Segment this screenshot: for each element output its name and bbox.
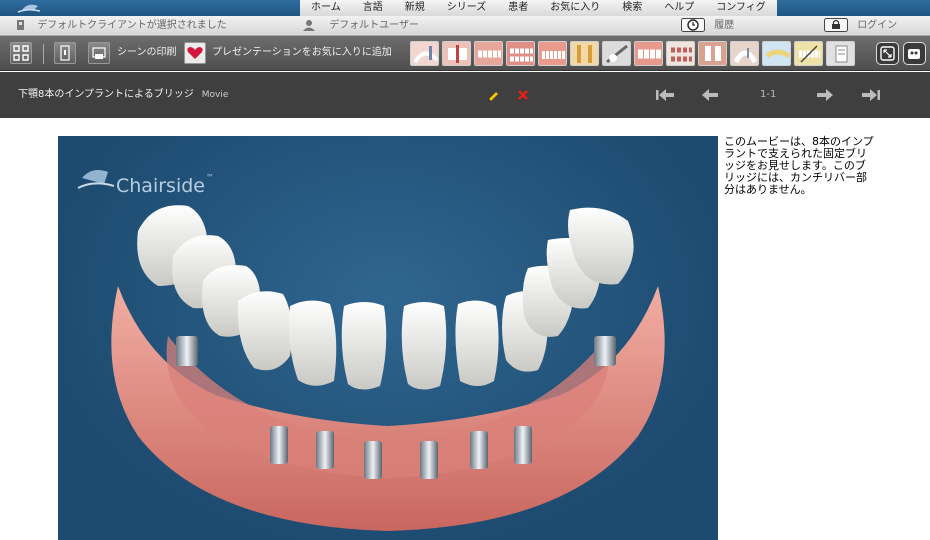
dental-implant-bridge-illustration: Chairside ™ <box>77 170 665 531</box>
scene-thumbnail[interactable] <box>634 41 663 66</box>
scene-thumbnail[interactable] <box>506 41 535 66</box>
movie-player[interactable]: Chairside ™ <box>58 136 718 540</box>
video-camera-icon <box>908 49 920 59</box>
scene-title-bar: 下顎8本のインプラントによるブリッジ Movie 1-1 <box>0 72 930 118</box>
menu-item-favorites[interactable]: お気に入り <box>539 0 611 16</box>
first-page-icon <box>656 89 674 101</box>
watermark-trademark: ™ <box>206 173 214 182</box>
lock-icon <box>824 18 848 32</box>
client-status: デフォルトクライアントが選択されました <box>16 16 227 36</box>
previous-page-button[interactable] <box>700 72 720 118</box>
fullscreen-grid-button[interactable] <box>10 42 32 64</box>
grid-icon <box>13 45 29 61</box>
top-navigation-bar: ホーム 言語 新規 シリーズ 患者 お気に入り 検索 ヘルプ コンフィグ <box>0 0 930 16</box>
status-bar: デフォルトクライアントが選択されました デフォルトユーザー 履歴 ログイン <box>0 16 930 36</box>
user-name: デフォルトユーザー <box>329 20 419 31</box>
scene-thumbnail[interactable] <box>474 41 503 66</box>
add-favorite-label[interactable]: プレゼンテーションをお気に入りに追加 <box>212 36 392 71</box>
menu-item-config[interactable]: コンフィグ <box>705 0 777 16</box>
clock-icon <box>681 18 705 32</box>
scene-thumbnail[interactable] <box>442 41 471 66</box>
add-favorite-button[interactable] <box>184 42 206 64</box>
user-icon <box>303 20 315 31</box>
print-scene-button[interactable] <box>88 42 110 64</box>
arrow-left-icon <box>702 89 718 101</box>
scene-thumbnails <box>410 41 855 66</box>
client-flag-icon <box>17 20 24 30</box>
expand-button[interactable] <box>876 42 899 65</box>
scene-thumbnail[interactable] <box>538 41 567 66</box>
next-page-button[interactable] <box>815 72 835 118</box>
chairside-watermark: Chairside ™ <box>77 170 214 197</box>
media-type-label: Movie <box>201 90 229 100</box>
scene-thumbnail[interactable] <box>666 41 695 66</box>
watermark-text: Chairside <box>116 175 205 197</box>
last-page-icon <box>862 89 880 101</box>
print-icon <box>92 47 106 59</box>
client-status-text: デフォルトクライアントが選択されました <box>37 20 227 31</box>
print-slide-button[interactable] <box>54 42 76 64</box>
menu-item-series[interactable]: シリーズ <box>436 0 498 16</box>
last-page-button[interactable] <box>860 72 882 118</box>
print-scene-label[interactable]: シーンの印刷 <box>117 36 177 71</box>
presentation-button[interactable] <box>903 42 926 65</box>
menu-item-search[interactable]: 検索 <box>611 0 653 16</box>
slide-icon <box>60 45 70 61</box>
main-menu: ホーム 言語 新規 シリーズ 患者 お気に入り 検索 ヘルプ コンフィグ <box>300 0 777 16</box>
scene-title: 下顎8本のインプラントによるブリッジ Movie <box>18 72 228 118</box>
scene-thumbnail[interactable] <box>698 41 727 66</box>
teeth-bridge <box>137 205 634 390</box>
scene-thumbnail[interactable] <box>762 41 791 66</box>
scene-thumbnail[interactable] <box>730 41 759 66</box>
scene-description: このムービーは、8本のインプラントで支えられた固定ブリッジをお見せします。このブ… <box>724 135 874 196</box>
arrow-right-icon <box>817 89 833 101</box>
login-link[interactable]: ログイン <box>824 16 897 36</box>
pencil-icon <box>488 92 498 102</box>
toolbar-divider <box>43 44 44 64</box>
login-label: ログイン <box>857 20 898 31</box>
menu-item-language[interactable]: 言語 <box>352 0 394 16</box>
chairside-logo-icon <box>17 4 41 13</box>
close-icon <box>518 90 528 100</box>
menu-item-home[interactable]: ホーム <box>300 0 352 16</box>
scene-thumbnail[interactable] <box>602 41 631 66</box>
history-link[interactable]: 履歴 <box>681 16 734 36</box>
menu-item-help[interactable]: ヘルプ <box>653 0 705 16</box>
delete-button[interactable] <box>517 72 529 118</box>
scene-thumbnail[interactable] <box>570 41 599 66</box>
scene-thumbnail[interactable] <box>826 41 855 66</box>
scene-thumbnail[interactable] <box>410 41 439 66</box>
scene-title-text: 下顎8本のインプラントによるブリッジ <box>18 89 194 100</box>
first-page-button[interactable] <box>654 72 676 118</box>
heart-icon <box>187 47 203 59</box>
menu-item-patients[interactable]: 患者 <box>497 0 539 16</box>
history-label: 履歴 <box>714 20 735 31</box>
page-indicator: 1-1 <box>760 89 777 100</box>
edit-button[interactable] <box>487 72 499 118</box>
user-status: デフォルトユーザー <box>302 16 419 36</box>
scene-thumbnail[interactable] <box>794 41 823 66</box>
menu-item-new[interactable]: 新規 <box>394 0 436 16</box>
expand-icon <box>880 46 895 61</box>
toolbar: シーンの印刷 プレゼンテーションをお気に入りに追加 <box>0 36 930 71</box>
